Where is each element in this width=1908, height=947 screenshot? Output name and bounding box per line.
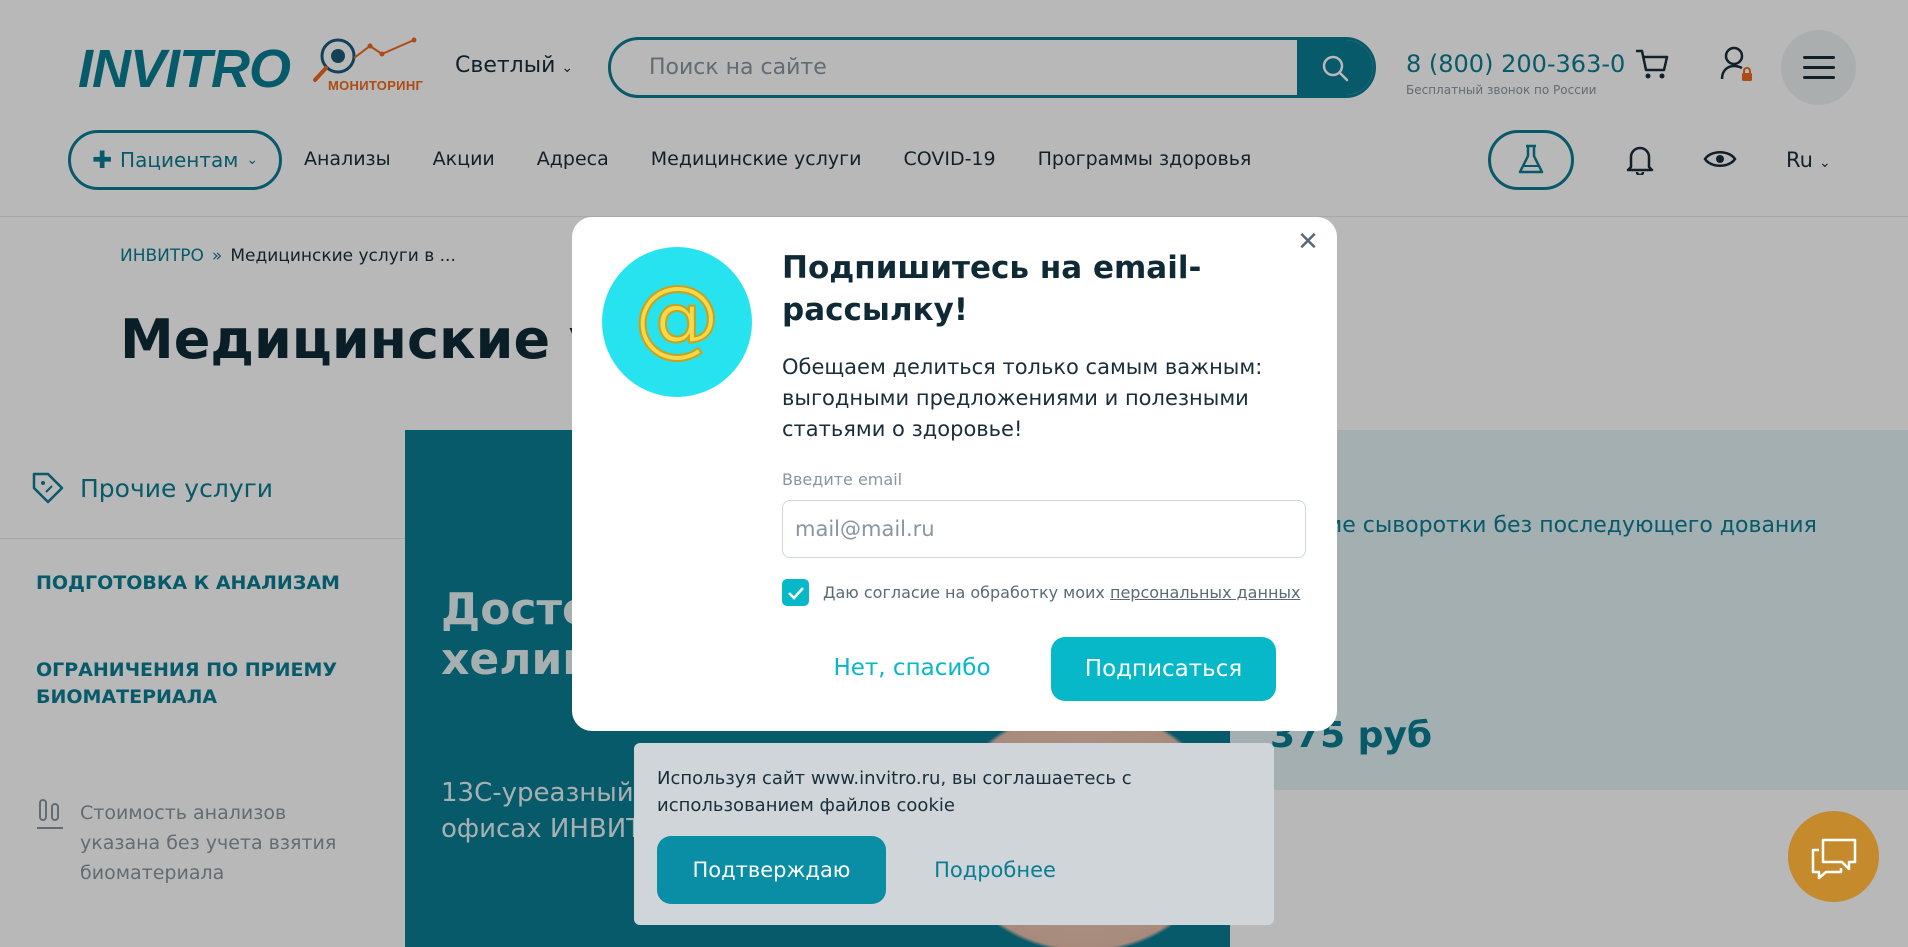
cookie-banner: Используя сайт www.invitro.ru, вы соглаш… (634, 743, 1274, 925)
modal-title: Подпишитесь на email-рассылку! (782, 250, 1202, 328)
decline-button[interactable]: Нет, спасибо (812, 637, 1012, 699)
email-label: Введите email (782, 470, 903, 489)
cookie-confirm-button[interactable]: Подтверждаю (657, 836, 886, 904)
modal-description: Обещаем делиться только самым важным: вы… (782, 355, 1263, 441)
consent-text: Даю согласие на обработку моих персональ… (823, 583, 1301, 602)
email-field[interactable] (782, 500, 1306, 558)
check-icon (787, 586, 804, 600)
subscribe-button[interactable]: Подписаться (1051, 637, 1276, 701)
at-sign-icon: @ (602, 247, 752, 397)
cookie-more-link[interactable]: Подробнее (914, 836, 1076, 904)
close-icon[interactable]: ✕ (1293, 227, 1323, 257)
svg-text:@: @ (634, 272, 720, 367)
chat-button[interactable] (1788, 811, 1879, 902)
cookie-text: Используя сайт www.invitro.ru, вы соглаш… (657, 768, 1132, 816)
chat-icon (1811, 838, 1856, 879)
consent-checkbox[interactable] (782, 579, 809, 606)
personal-data-link[interactable]: персональных данных (1110, 583, 1301, 602)
subscribe-modal: ✕ @ Подпишитесь на email-рассылку! Обеща… (572, 217, 1337, 731)
consent-row: Даю согласие на обработку моих персональ… (782, 579, 1301, 606)
